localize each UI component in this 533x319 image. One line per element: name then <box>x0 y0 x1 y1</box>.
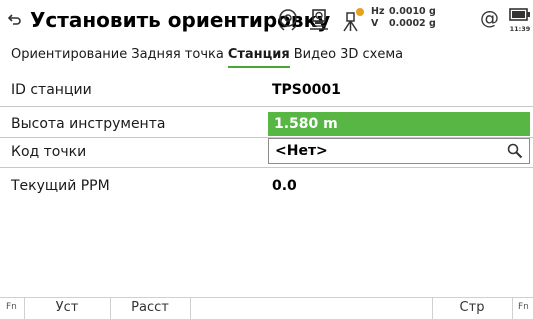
current-ppm-label: Текущий PPM <box>11 178 110 194</box>
divider <box>0 106 533 107</box>
set-button[interactable]: Уст <box>24 299 110 317</box>
v-label: V <box>371 18 379 29</box>
leveling-icon[interactable] <box>276 7 300 31</box>
fn-right-button[interactable]: Fn <box>518 302 529 312</box>
title-bar: Установить ориентировку Hz 0.0010 g V 0.00… <box>0 0 533 40</box>
point-code-value: <Нет> <box>275 143 328 159</box>
hz-label: Hz <box>371 6 385 17</box>
compensator-icon[interactable] <box>340 7 366 33</box>
battery-icon: 11:39 <box>508 6 532 36</box>
divider <box>190 298 191 319</box>
softkey-bar: Fn Уст Расст Стр Fn <box>0 297 533 319</box>
page-button[interactable]: Стр <box>432 299 512 317</box>
point-code-label: Код точки <box>11 144 87 160</box>
station-id-value: TPS0001 <box>272 82 341 98</box>
tab-3d-view[interactable]: 3D схема <box>340 46 403 68</box>
divider <box>512 298 513 319</box>
tab-orientation[interactable]: Ориентирование <box>11 46 127 68</box>
point-code-field[interactable]: <Нет> <box>268 138 530 164</box>
hz-value: 0.0010 g <box>389 6 436 17</box>
tab-station[interactable]: Станция <box>227 46 290 68</box>
clock: 11:39 <box>509 25 531 33</box>
tab-video[interactable]: Видео <box>294 46 336 68</box>
station-id-label: ID станции <box>11 82 92 98</box>
tab-backsight[interactable]: Задняя точка <box>131 46 224 68</box>
instrument-height-field[interactable]: 1.580 m <box>268 112 530 136</box>
distance-button[interactable]: Расст <box>110 299 190 317</box>
back-arrow-icon[interactable] <box>7 12 23 28</box>
instrument-height-value: 1.580 m <box>274 116 338 132</box>
divider <box>0 167 533 168</box>
total-station-icon[interactable] <box>307 7 331 33</box>
at-icon[interactable]: @ <box>480 7 499 29</box>
search-icon[interactable] <box>507 143 523 159</box>
current-ppm-value: 0.0 <box>272 178 297 194</box>
tilt-readout: Hz 0.0010 g V 0.0002 g <box>371 6 436 30</box>
instrument-height-label: Высота инструмента <box>11 116 166 132</box>
v-value: 0.0002 g <box>389 18 436 29</box>
tab-bar: Ориентирование Задняя точка Станция Виде… <box>11 46 403 68</box>
fn-left-button[interactable]: Fn <box>6 302 17 312</box>
